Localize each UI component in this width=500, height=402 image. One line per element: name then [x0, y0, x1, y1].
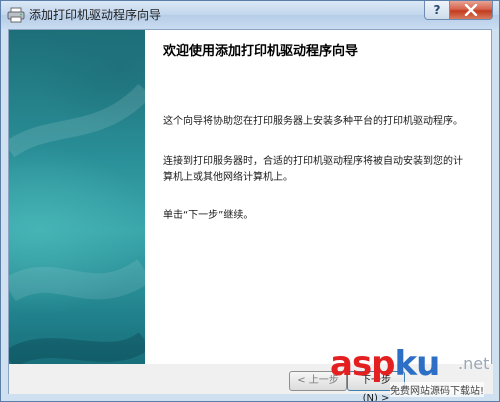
wizard-paragraph: 连接到打印服务器时，合适的打印机驱动程序将被自动安装到您的计算机上或其他网络计算… — [163, 156, 463, 183]
wizard-heading: 欢迎使用添加打印机驱动程序向导 — [163, 44, 359, 59]
wizard-content: 欢迎使用添加打印机驱动程序向导 这个向导将协助您在打印服务器上安装多种平台的打印… — [163, 30, 483, 393]
banner-swirl — [9, 83, 145, 369]
watermark-ku: ku — [394, 344, 441, 384]
title-bar[interactable]: 添加打印机驱动程序向导 ? — [1, 1, 499, 29]
wizard-client-area: 欢迎使用添加打印机驱动程序向导 这个向导将协助您在打印服务器上安装多种平台的打印… — [8, 29, 492, 394]
wizard-side-banner — [9, 30, 145, 393]
watermark-subtitle: 免费网站源码下载站! — [390, 382, 485, 397]
help-button[interactable]: ? — [424, 1, 450, 20]
watermark-net: .net — [458, 354, 490, 373]
close-icon — [464, 1, 478, 20]
window-title: 添加打印机驱动程序向导 — [29, 8, 162, 22]
watermark-asp: asp — [330, 344, 396, 384]
site-watermark: aspku .net 免费网站源码下载站! — [330, 346, 500, 402]
wizard-window: 添加打印机驱动程序向导 ? 欢迎使用添加打印机驱动程序向导 这个向导将协助您在打… — [0, 0, 500, 402]
watermark-logo: aspku — [330, 344, 441, 384]
close-button[interactable] — [450, 1, 493, 20]
printer-icon — [7, 7, 25, 23]
wizard-paragraph: 单击“下一步”继续。 — [163, 210, 254, 221]
wizard-paragraph: 这个向导将协助您在打印服务器上安装多种平台的打印机驱动程序。 — [163, 116, 463, 127]
help-icon: ? — [433, 3, 441, 17]
window-controls: ? — [424, 1, 493, 21]
